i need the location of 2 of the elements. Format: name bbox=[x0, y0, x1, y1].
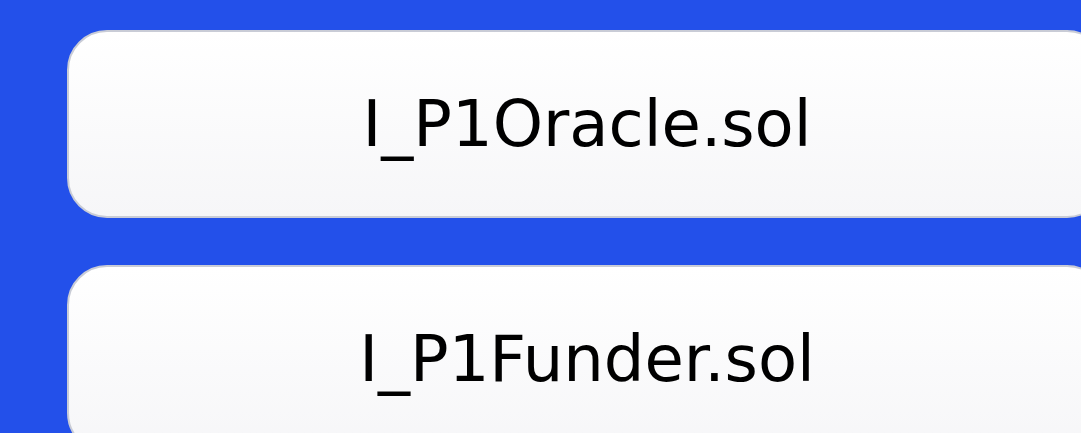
file-card[interactable]: I_P1Oracle.sol bbox=[67, 30, 1081, 218]
file-card[interactable]: I_P1Funder.sol bbox=[67, 265, 1081, 433]
